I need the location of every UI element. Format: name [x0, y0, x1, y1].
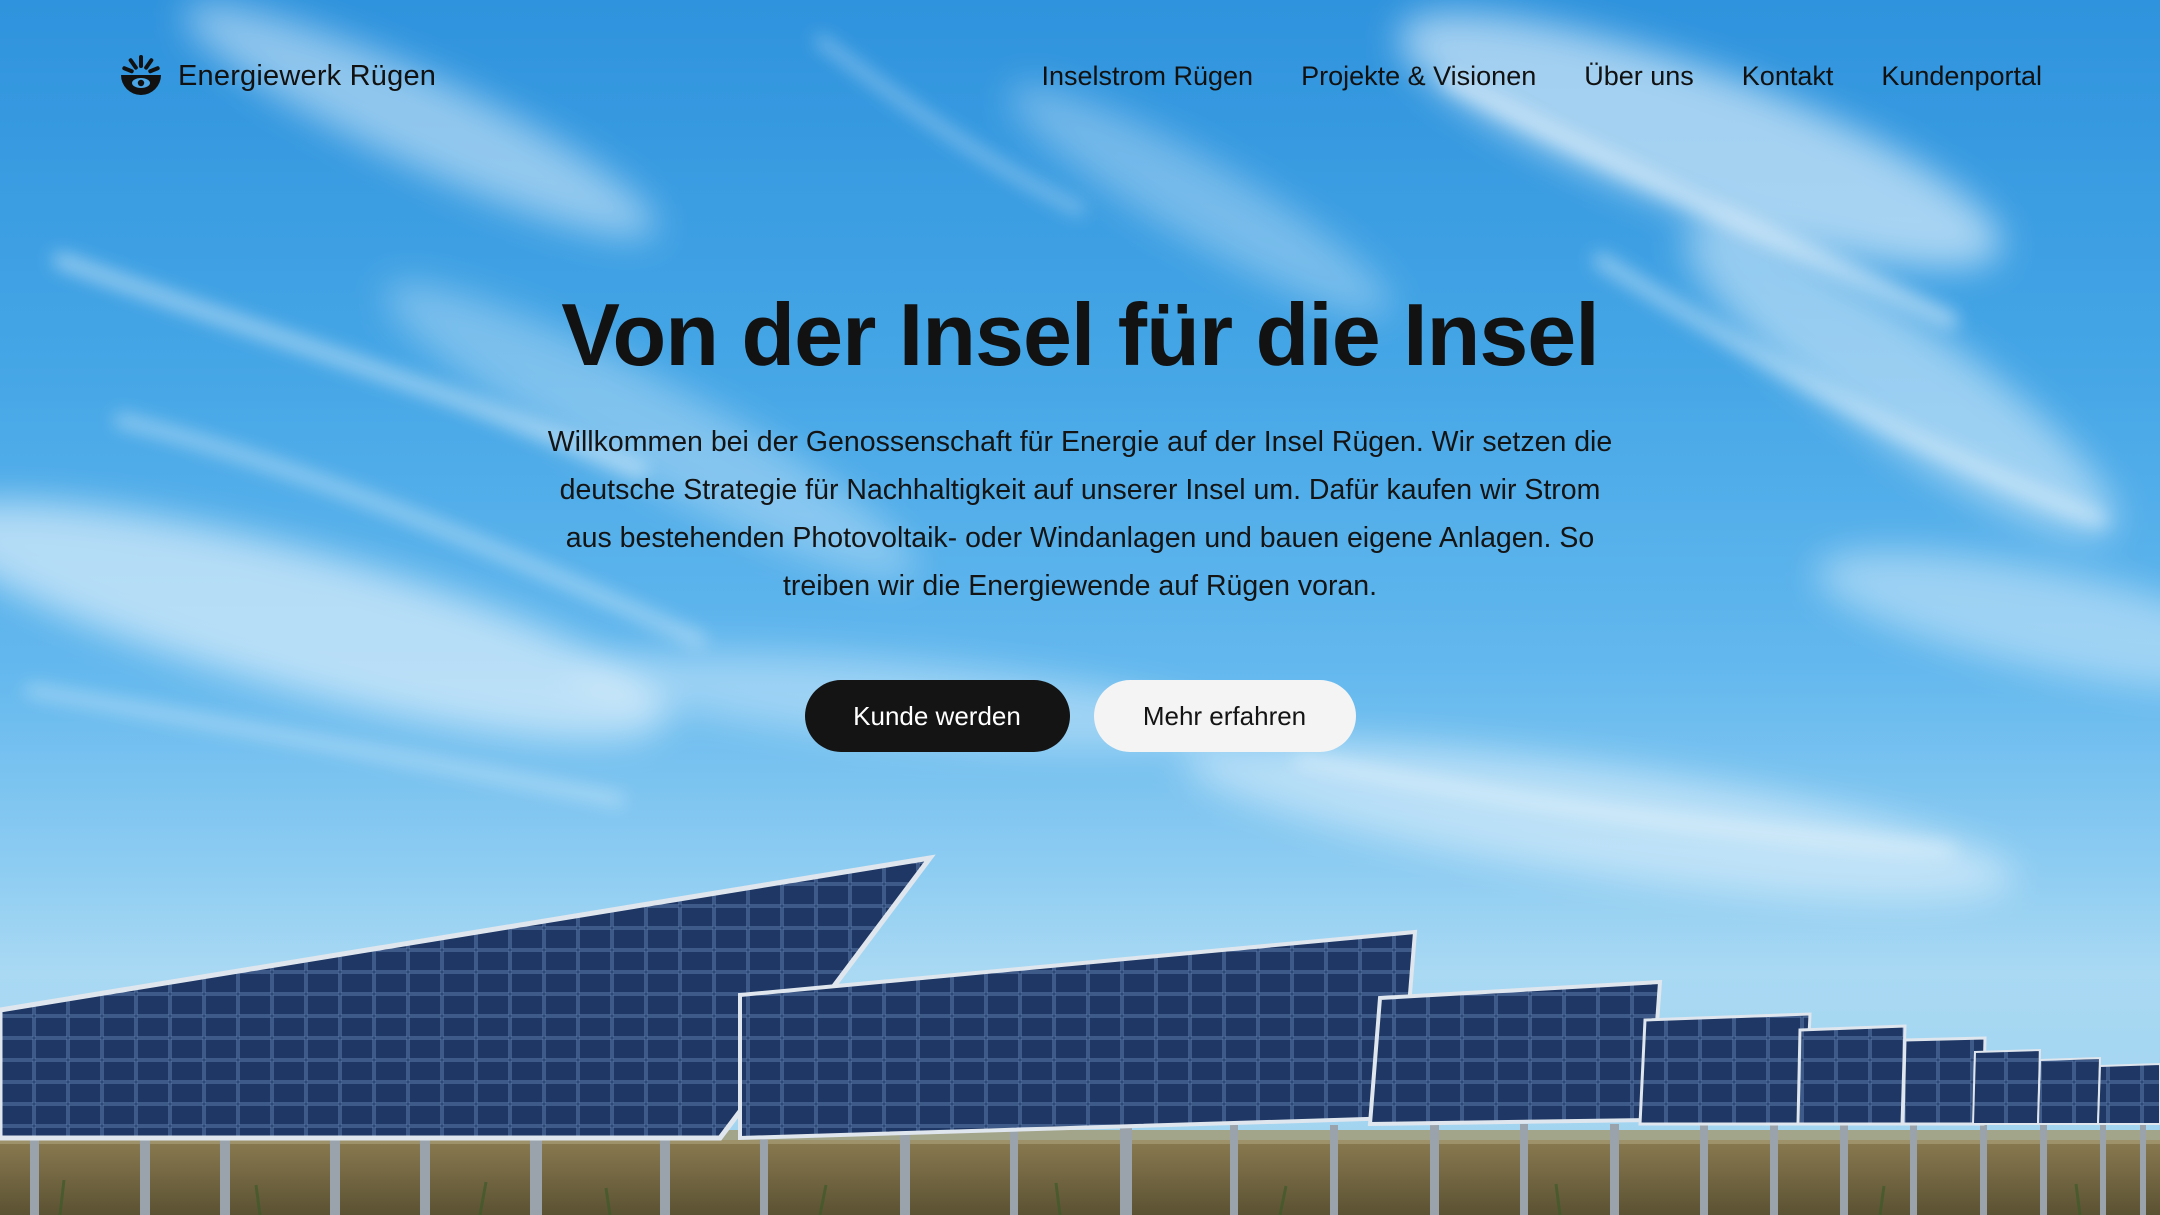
- hero-description: Willkommen bei der Genossenschaft für En…: [547, 426, 1613, 602]
- nav-item-projekte[interactable]: Projekte & Visionen: [1301, 61, 1536, 92]
- hero-title: Von der Insel für die Insel: [561, 285, 1599, 384]
- main-navigation: Inselstrom Rügen Projekte & Visionen Übe…: [1041, 52, 2042, 100]
- learn-more-button[interactable]: Mehr erfahren: [1093, 680, 1356, 752]
- nav-item-ueber-uns[interactable]: Über uns: [1584, 61, 1694, 92]
- become-customer-button[interactable]: Kunde werden: [804, 680, 1070, 752]
- nav-item-inselstrom[interactable]: Inselstrom Rügen: [1041, 61, 1253, 92]
- site-header: Energiewerk Rügen Inselstrom Rügen Proje…: [0, 0, 2160, 150]
- brand-home-link[interactable]: Energiewerk Rügen: [118, 52, 436, 100]
- solar-field-illustration: [0, 854, 2160, 1215]
- sun-eye-logo-icon: [121, 55, 161, 95]
- nav-item-kundenportal[interactable]: Kundenportal: [1881, 61, 2042, 92]
- hero-page: Energiewerk Rügen Inselstrom Rügen Proje…: [0, 0, 2160, 1215]
- hero-button-group: Kunde werden Mehr erfahren: [0, 680, 2160, 752]
- nav-item-kontakt[interactable]: Kontakt: [1742, 61, 1834, 92]
- hero-section: Von der Insel für die Insel Willkommen b…: [0, 280, 2160, 752]
- brand-name: Energiewerk Rügen: [178, 59, 437, 92]
